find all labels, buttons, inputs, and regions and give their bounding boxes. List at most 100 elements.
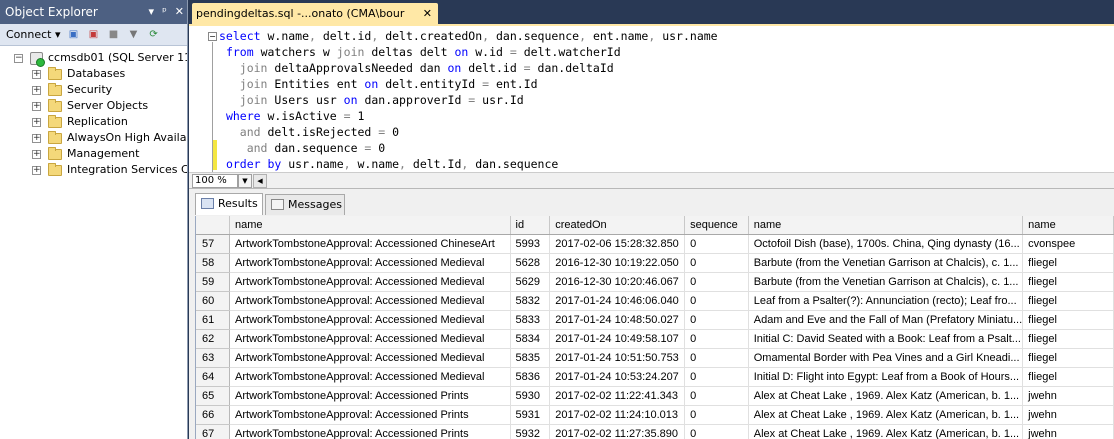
cell-entity-name[interactable]: Adam and Eve and the Fall of Man (Prefat… <box>748 310 1024 330</box>
cell-user-name[interactable]: fliegel <box>1022 367 1114 387</box>
row-number[interactable]: 63 <box>196 348 231 368</box>
cell-user-name[interactable]: fliegel <box>1022 291 1114 311</box>
cell-name[interactable]: ArtworkTombstoneApproval: Accessioned Me… <box>229 272 511 292</box>
cell-name[interactable]: ArtworkTombstoneApproval: Accessioned Me… <box>229 348 511 368</box>
cell-createdon[interactable]: 2016-12-30 10:20:46.067 <box>549 272 686 292</box>
cell-entity-name[interactable]: Leaf from a Psalter(?): Annunciation (re… <box>748 291 1024 311</box>
cell-entity-name[interactable]: Omamental Border with Pea Vines and a Gi… <box>748 348 1024 368</box>
collapse-icon[interactable]: − <box>208 32 217 41</box>
cell-id[interactable]: 5832 <box>510 291 551 311</box>
cell-createdon[interactable]: 2017-01-24 10:51:50.753 <box>549 348 686 368</box>
tree-node-server[interactable]: − ccmsdb01 (SQL Server 11.0. <box>0 50 187 67</box>
expand-icon[interactable]: + <box>32 134 41 143</box>
cell-sequence[interactable]: 0 <box>684 253 749 273</box>
cell-createdon[interactable]: 2017-01-24 10:48:50.027 <box>549 310 686 330</box>
zoom-level-select[interactable]: 100 % <box>192 174 238 188</box>
cell-sequence[interactable]: 0 <box>684 291 749 311</box>
document-tab[interactable]: pendingdeltas.sql -...onato (CMA\bour (5… <box>192 3 438 41</box>
cell-sequence[interactable]: 0 <box>684 272 749 292</box>
pin-icon[interactable]: ᵖ <box>162 0 167 24</box>
table-row[interactable]: 64 ArtworkTombstoneApproval: Accessioned … <box>196 367 1114 387</box>
row-number[interactable]: 60 <box>196 291 231 311</box>
cell-sequence[interactable]: 0 <box>684 329 749 349</box>
disconnect-icon[interactable]: ▣ <box>87 28 101 42</box>
cell-name[interactable]: ArtworkTombstoneApproval: Accessioned Ch… <box>229 234 511 254</box>
cell-id[interactable]: 5931 <box>510 405 551 425</box>
collapse-icon[interactable]: − <box>14 54 23 63</box>
cell-user-name[interactable]: cvonspee <box>1022 234 1114 254</box>
cell-entity-name[interactable]: Barbute (from the Venetian Garrison at C… <box>748 253 1024 273</box>
table-row[interactable]: 57 ArtworkTombstoneApproval: Accessioned … <box>196 234 1114 254</box>
cell-user-name[interactable]: fliegel <box>1022 348 1114 368</box>
cell-sequence[interactable]: 0 <box>684 367 749 387</box>
cell-id[interactable]: 5833 <box>510 310 551 330</box>
cell-sequence[interactable]: 0 <box>684 310 749 330</box>
cell-id[interactable]: 5993 <box>510 234 551 254</box>
cell-createdon[interactable]: 2017-02-06 15:28:32.850 <box>549 234 686 254</box>
row-number[interactable]: 67 <box>196 424 231 439</box>
cell-id[interactable]: 5628 <box>510 253 551 273</box>
cell-name[interactable]: ArtworkTombstoneApproval: Accessioned Me… <box>229 329 511 349</box>
cell-id[interactable]: 5932 <box>510 424 551 439</box>
expand-icon[interactable]: + <box>32 150 41 159</box>
cell-user-name[interactable]: jwehn <box>1022 405 1114 425</box>
results-grid[interactable]: name id createdOn sequence name name 57 A… <box>195 216 1114 439</box>
sql-code[interactable]: select w.name, delt.id, delt.createdOn, … <box>219 28 718 172</box>
cell-sequence[interactable]: 0 <box>684 424 749 439</box>
cell-createdon[interactable]: 2017-02-02 11:22:41.343 <box>549 386 686 406</box>
column-header-name[interactable]: name <box>229 216 511 235</box>
query-editor[interactable]: − select w.name, delt.id, delt.createdOn… <box>189 24 1114 172</box>
expand-icon[interactable]: + <box>32 86 41 95</box>
cell-createdon[interactable]: 2017-01-24 10:53:24.207 <box>549 367 686 387</box>
table-row[interactable]: 58 ArtworkTombstoneApproval: Accessioned … <box>196 253 1114 273</box>
filter-icon[interactable]: ▼ <box>127 28 141 42</box>
chevron-down-icon[interactable]: ▼ <box>238 174 252 188</box>
table-row[interactable]: 60 ArtworkTombstoneApproval: Accessioned … <box>196 291 1114 311</box>
cell-sequence[interactable]: 0 <box>684 348 749 368</box>
close-icon[interactable]: ✕ <box>175 0 184 24</box>
cell-user-name[interactable]: jwehn <box>1022 424 1114 439</box>
table-row[interactable]: 67 ArtworkTombstoneApproval: Accessioned … <box>196 424 1114 439</box>
cell-sequence[interactable]: 0 <box>684 234 749 254</box>
tree-node-management[interactable]: + Management <box>0 146 187 162</box>
cell-id[interactable]: 5835 <box>510 348 551 368</box>
row-number[interactable]: 65 <box>196 386 231 406</box>
tab-results[interactable]: Results <box>195 193 263 215</box>
cell-entity-name[interactable]: Alex at Cheat Lake , 1969. Alex Katz (Am… <box>748 424 1024 439</box>
cell-entity-name[interactable]: Octofoil Dish (base), 1700s. China, Qing… <box>748 234 1024 254</box>
connect-server-icon[interactable]: ▣ <box>67 28 81 42</box>
cell-entity-name[interactable]: Alex at Cheat Lake , 1969. Alex Katz (Am… <box>748 386 1024 406</box>
table-row[interactable]: 62 ArtworkTombstoneApproval: Accessioned … <box>196 329 1114 349</box>
cell-name[interactable]: ArtworkTombstoneApproval: Accessioned Pr… <box>229 424 511 439</box>
refresh-icon[interactable]: ⟳ <box>147 28 161 42</box>
cell-user-name[interactable]: fliegel <box>1022 329 1114 349</box>
stop-icon[interactable]: ■ <box>107 28 121 42</box>
grid-header-corner[interactable] <box>196 216 231 235</box>
cell-name[interactable]: ArtworkTombstoneApproval: Accessioned Me… <box>229 310 511 330</box>
window-position-icon[interactable]: ▾ <box>149 0 155 24</box>
row-number[interactable]: 62 <box>196 329 231 349</box>
table-row[interactable]: 59 ArtworkTombstoneApproval: Accessioned … <box>196 272 1114 292</box>
cell-entity-name[interactable]: Initial D: Flight into Egypt: Leaf from … <box>748 367 1024 387</box>
row-number[interactable]: 61 <box>196 310 231 330</box>
cell-createdon[interactable]: 2017-01-24 10:49:58.107 <box>549 329 686 349</box>
tree-node-replication[interactable]: + Replication <box>0 114 187 130</box>
row-number[interactable]: 58 <box>196 253 231 273</box>
cell-createdon[interactable]: 2016-12-30 10:19:22.050 <box>549 253 686 273</box>
tree-node-server-objects[interactable]: + Server Objects <box>0 98 187 114</box>
row-number[interactable]: 64 <box>196 367 231 387</box>
tab-messages[interactable]: Messages <box>265 194 345 215</box>
column-header-sequence[interactable]: sequence <box>684 216 749 235</box>
scroll-left-icon[interactable]: ◀ <box>253 174 267 188</box>
cell-entity-name[interactable]: Initial C: David Seated with a Book: Lea… <box>748 329 1024 349</box>
tree-node-integration-services-cat[interactable]: + Integration Services Cat <box>0 162 187 178</box>
column-header-id[interactable]: id <box>510 216 551 235</box>
column-header-user-name[interactable]: name <box>1022 216 1114 235</box>
row-number[interactable]: 66 <box>196 405 231 425</box>
cell-user-name[interactable]: fliegel <box>1022 310 1114 330</box>
table-row[interactable]: 63 ArtworkTombstoneApproval: Accessioned … <box>196 348 1114 368</box>
cell-id[interactable]: 5836 <box>510 367 551 387</box>
cell-user-name[interactable]: jwehn <box>1022 386 1114 406</box>
expand-icon[interactable]: + <box>32 102 41 111</box>
cell-id[interactable]: 5930 <box>510 386 551 406</box>
